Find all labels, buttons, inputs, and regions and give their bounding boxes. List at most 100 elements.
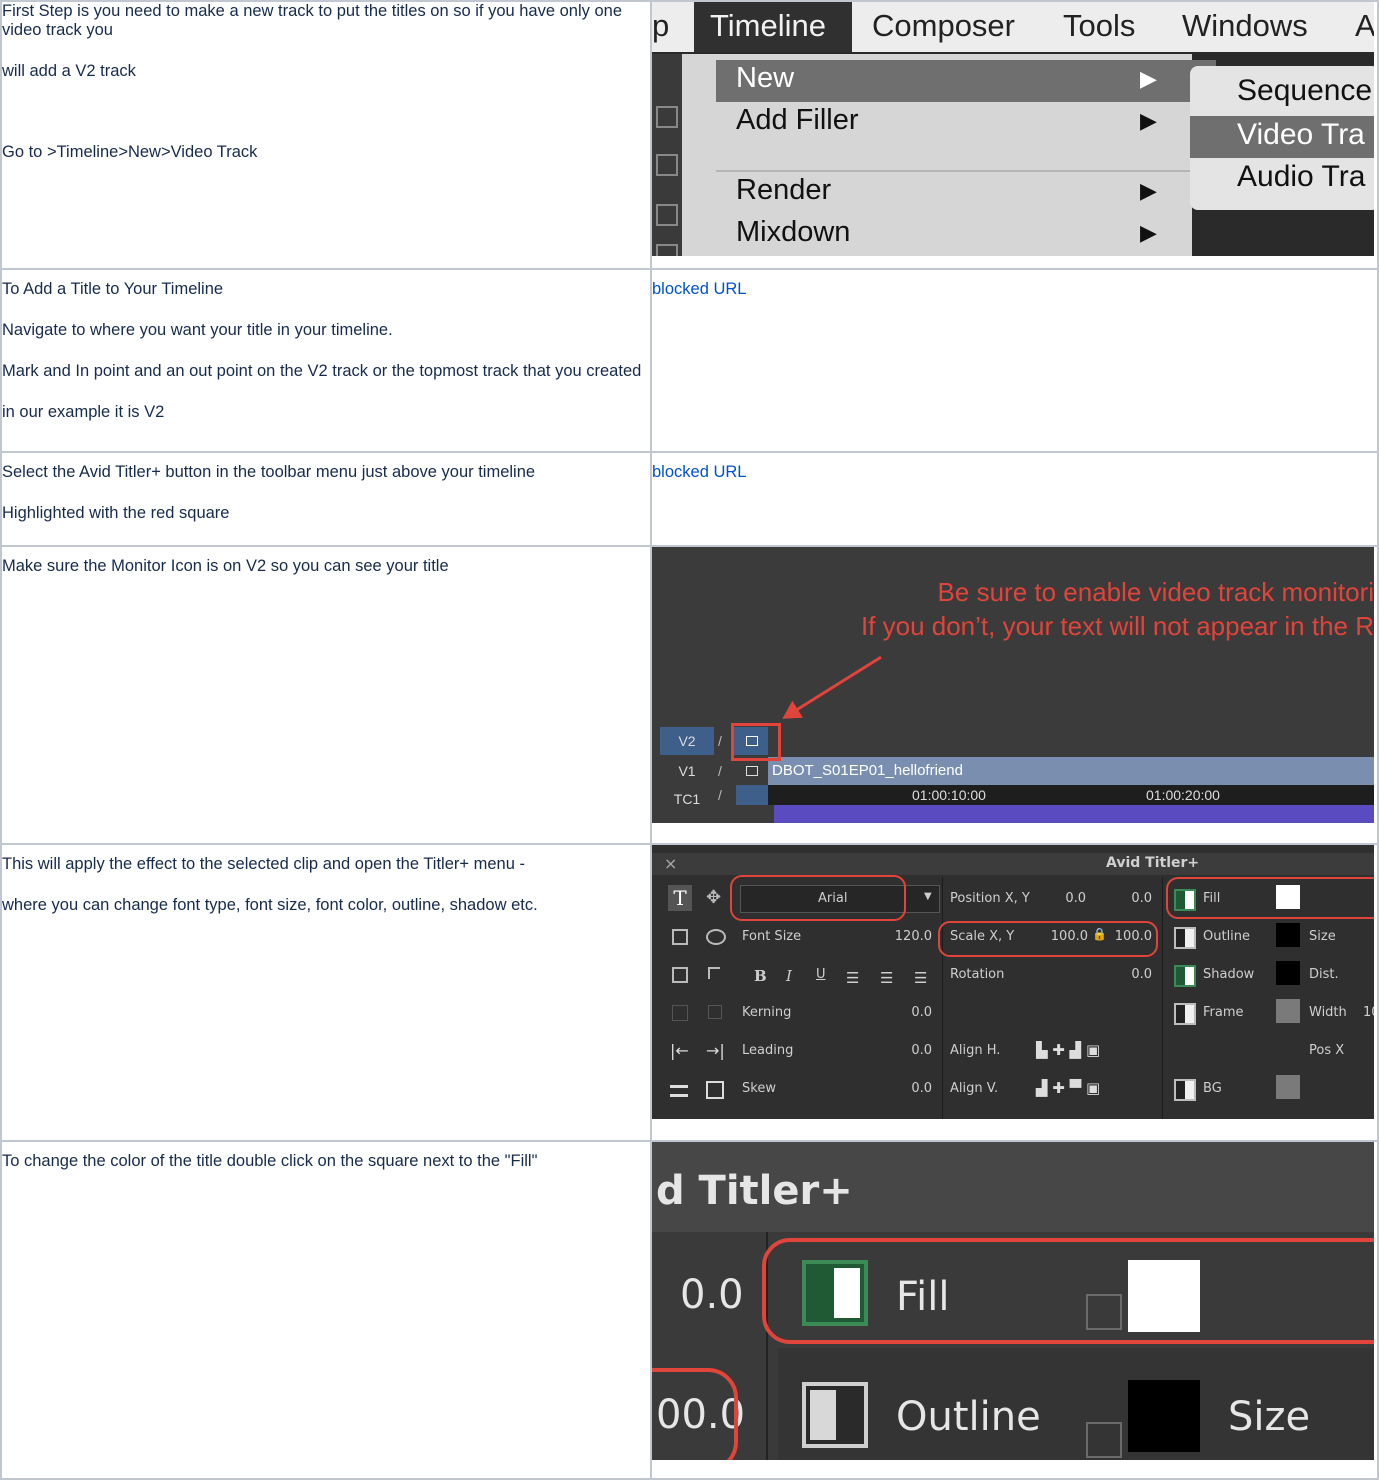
warning-text: Be sure to enable video track monitori — [937, 577, 1374, 607]
screenshot-cell: d Titler+ 0.0 00.0 Fill Outline Size — [650, 1140, 1379, 1480]
screenshot-cell: × Avid Titler+ T ✥ |← →| Arial ▼ Font Si… — [650, 843, 1379, 1142]
posx-label: Pos X — [1309, 1043, 1345, 1058]
table-row: First Step is you need to make a new tra… — [0, 0, 1379, 270]
timecode-ruler — [768, 785, 1374, 805]
shadow-checkbox[interactable] — [1174, 965, 1196, 987]
align-right-text-icon[interactable]: ☰ — [914, 969, 927, 987]
bg-color-swatch[interactable] — [1276, 1075, 1300, 1099]
highlight-box — [731, 723, 781, 761]
outline-color-swatch[interactable] — [1276, 923, 1300, 947]
menubar-item-windows[interactable]: Windows — [1182, 8, 1308, 44]
table-row: To change the color of the title double … — [0, 1140, 1379, 1480]
timeline-clip[interactable]: DBOT_S01EP01_hellofriend — [768, 757, 1374, 785]
track-tc1: TC1 / — [660, 785, 772, 813]
text-tool-icon[interactable]: T — [668, 885, 692, 911]
submenu-item-video-track[interactable]: Video Tra — [1237, 118, 1365, 152]
position-y-value[interactable]: 0.0 — [1114, 891, 1152, 906]
chevron-down-icon[interactable]: ▼ — [924, 891, 932, 902]
align-h-icons[interactable]: ▙ ✚ ▟ ▣ — [1036, 1041, 1100, 1059]
menubar-item[interactable]: p — [653, 8, 669, 44]
value-text[interactable]: 0.0 — [680, 1272, 744, 1318]
align-left-icon[interactable]: |← — [670, 1041, 689, 1060]
leading-value[interactable]: 0.0 — [888, 1043, 932, 1058]
underline-button[interactable]: U — [816, 967, 826, 982]
paragraph: Go to >Timeline>New>Video Track — [2, 143, 258, 161]
link-cell: blocked URL — [650, 451, 1379, 547]
pencil-icon[interactable]: / — [718, 785, 732, 813]
align-center-text-icon[interactable]: ☰ — [880, 969, 893, 987]
menubar-item-tools[interactable]: Tools — [1063, 8, 1135, 44]
divider — [942, 877, 943, 1119]
track-label[interactable]: V1 — [660, 757, 714, 785]
bg-label: BG — [1203, 1081, 1222, 1096]
layer-icon — [656, 204, 678, 226]
instruction-cell: First Step is you need to make a new tra… — [0, 0, 652, 270]
track-label[interactable]: V2 — [660, 727, 714, 755]
kerning-value[interactable]: 0.0 — [888, 1005, 932, 1020]
safe-area-icon[interactable] — [706, 1081, 724, 1099]
ellipse-tool-icon[interactable] — [706, 929, 726, 945]
ungroup-icon[interactable] — [708, 1005, 722, 1019]
swatch-toggle[interactable] — [1086, 1422, 1122, 1458]
instruction-cell: To Add a Title to Your Timeline Navigate… — [0, 268, 652, 453]
position-label: Position X, Y — [950, 891, 1030, 906]
italic-button[interactable]: I — [786, 967, 792, 985]
screenshot-cell: Be sure to enable video track monitori I… — [650, 545, 1379, 845]
size-label: Size — [1228, 1394, 1311, 1440]
align-left-text-icon[interactable]: ☰ — [846, 969, 859, 987]
paragraph: Navigate to where you want your title in… — [2, 321, 393, 339]
outline-color-swatch[interactable] — [1128, 1380, 1200, 1452]
position-x-value[interactable]: 0.0 — [1048, 891, 1086, 906]
track-toggle[interactable] — [736, 785, 772, 805]
move-tool-icon[interactable]: ✥ — [706, 887, 721, 908]
bold-button[interactable]: B — [754, 967, 767, 985]
pencil-icon[interactable]: / — [718, 757, 732, 785]
menu-item-add-filler[interactable]: Add Filler — [736, 104, 859, 137]
paragraph: This will apply the effect to the select… — [2, 855, 525, 873]
group-icon[interactable] — [672, 1005, 688, 1021]
frame-color-swatch[interactable] — [1276, 999, 1300, 1023]
submenu-item-audio-track[interactable]: Audio Tra — [1237, 160, 1365, 194]
fill-highlight-oval — [762, 1238, 1374, 1344]
bg-checkbox[interactable] — [1174, 1079, 1196, 1101]
submenu-arrow-icon: ▶ — [1140, 220, 1157, 245]
paragraph: First Step is you need to make a new tra… — [2, 2, 623, 39]
menubar-item[interactable]: A — [1355, 8, 1374, 44]
shadow-color-swatch[interactable] — [1276, 961, 1300, 985]
menu-item-mixdown[interactable]: Mixdown — [736, 216, 850, 249]
rotation-value[interactable]: 0.0 — [1114, 967, 1152, 982]
outline-checkbox[interactable] — [1174, 927, 1196, 949]
rectangle-tool-icon[interactable] — [672, 929, 688, 945]
pencil-icon[interactable]: / — [718, 727, 732, 755]
align-right-icon[interactable]: →| — [706, 1041, 725, 1060]
font-size-value[interactable]: 120.0 — [888, 929, 932, 944]
track-label[interactable]: TC1 — [660, 785, 714, 813]
width-value[interactable]: 10 — [1363, 1005, 1374, 1020]
menu-item-render[interactable]: Render — [736, 174, 831, 207]
outline-label: Outline — [1203, 929, 1251, 944]
paragraph: Make sure the Monitor Icon is on V2 so y… — [2, 557, 449, 575]
size-label: Size — [1309, 929, 1336, 944]
paragraph: To change the color of the title double … — [2, 1152, 538, 1170]
close-icon[interactable]: × — [664, 854, 677, 873]
monitor-icon[interactable] — [746, 766, 758, 776]
blocked-url-link[interactable]: blocked URL — [653, 280, 746, 299]
align-v-icons[interactable]: ▟ ✚ ▀ ▣ — [1036, 1079, 1100, 1097]
instruction-table: First Step is you need to make a new tra… — [0, 0, 1379, 1480]
table-row: To Add a Title to Your Timeline Navigate… — [0, 268, 1379, 453]
frame-checkbox[interactable] — [1174, 1003, 1196, 1025]
layer-icon[interactable] — [708, 967, 720, 979]
menubar-item-composer[interactable]: Composer — [872, 8, 1015, 44]
layer-icon[interactable] — [672, 967, 688, 983]
panel-header — [653, 853, 1374, 875]
font-highlight-oval — [730, 875, 906, 921]
outline-checkbox[interactable] — [802, 1382, 868, 1448]
blocked-url-link[interactable]: blocked URL — [653, 463, 746, 482]
width-label: Width — [1309, 1005, 1347, 1020]
submenu-item-sequence[interactable]: Sequence — [1237, 74, 1372, 108]
distribute-icon[interactable] — [670, 1085, 688, 1097]
menubar-item-timeline[interactable]: Timeline — [710, 8, 826, 44]
align-h-label: Align H. — [950, 1043, 1001, 1058]
menu-item-new[interactable]: New — [736, 62, 794, 95]
skew-value[interactable]: 0.0 — [888, 1081, 932, 1096]
